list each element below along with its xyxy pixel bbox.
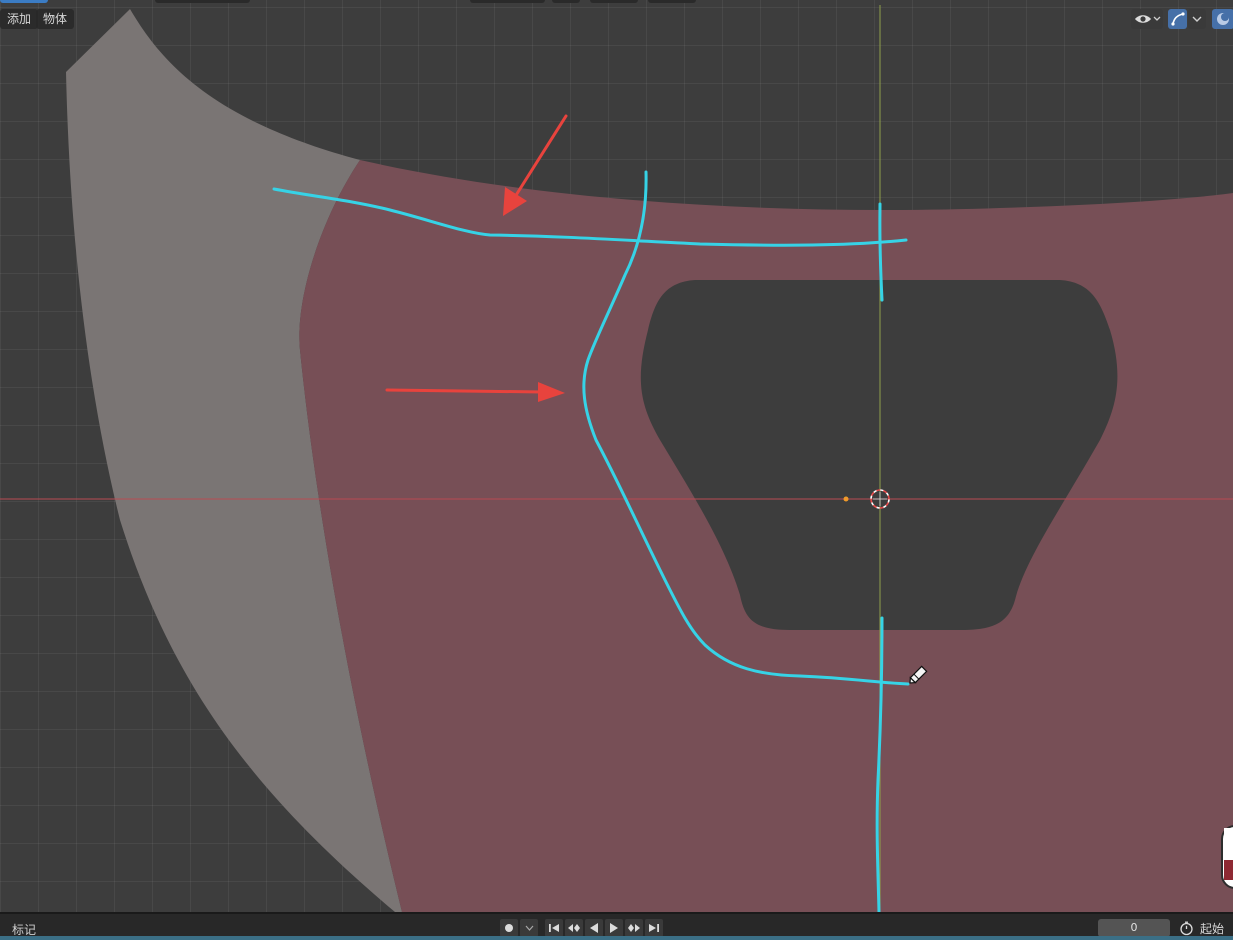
record-icon — [505, 924, 513, 932]
jump-to-end-button[interactable] — [645, 919, 663, 937]
header-strip — [552, 0, 580, 3]
add-menu-button[interactable]: 添加 — [0, 9, 39, 29]
chevron-down-icon — [525, 925, 533, 931]
jump-to-keyframe-forward-button[interactable] — [625, 919, 643, 937]
clock-icon[interactable] — [1177, 919, 1195, 937]
jump-to-start-icon — [549, 924, 559, 932]
play-reverse-button[interactable] — [585, 919, 603, 937]
gizmo-toggle[interactable] — [1168, 9, 1187, 29]
header-strip — [470, 0, 545, 3]
chevron-down-icon — [1192, 16, 1202, 22]
jump-to-end-icon — [649, 924, 659, 932]
playback-controls — [545, 919, 663, 937]
overlay-toggle[interactable] — [1212, 9, 1233, 29]
header-strip — [0, 0, 48, 3]
header-strip — [590, 0, 638, 3]
keyframe-toggle-group — [500, 919, 538, 937]
header-strip — [155, 0, 250, 3]
play-reverse-icon — [590, 923, 598, 933]
keyframe-back-icon — [568, 924, 580, 932]
object-menu-button[interactable]: 物体 — [36, 9, 75, 29]
eye-icon — [1135, 15, 1161, 23]
auto-keying-button[interactable] — [500, 919, 518, 937]
overlay-toggle-icon — [1217, 13, 1229, 25]
play-icon — [610, 923, 618, 933]
header-strip — [648, 0, 696, 3]
keyframe-forward-icon — [628, 924, 640, 932]
play-button[interactable] — [605, 919, 623, 937]
gizmo-dropdown[interactable] — [1188, 9, 1206, 29]
origin-dot — [843, 496, 849, 502]
3d-viewport[interactable]: 添加 物体 — [0, 0, 1233, 912]
gizmo-icon — [1170, 12, 1185, 26]
current-frame-field[interactable]: 0 — [1098, 919, 1170, 937]
visibility-dropdown[interactable] — [1131, 9, 1163, 29]
jump-to-start-button[interactable] — [545, 919, 563, 937]
3d-cursor[interactable] — [870, 489, 890, 509]
keying-dropdown[interactable] — [520, 919, 538, 937]
jump-to-keyframe-back-button[interactable] — [565, 919, 583, 937]
viewport-scene — [0, 5, 1233, 912]
status-accent-line — [0, 936, 1233, 940]
navigation-widget-partial[interactable] — [1221, 825, 1233, 889]
start-frame-label[interactable]: 起始 — [1200, 920, 1233, 937]
